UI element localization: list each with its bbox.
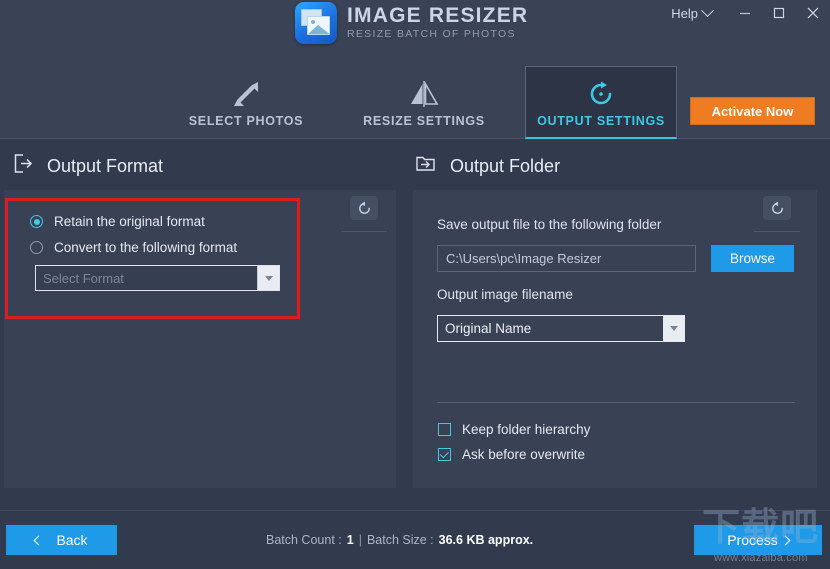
close-icon xyxy=(807,7,819,19)
reset-icon xyxy=(771,201,783,214)
app-subtitle: RESIZE BATCH OF PHOTOS xyxy=(347,27,516,40)
select-format-dropdown[interactable]: Select Format xyxy=(35,265,280,291)
chevron-down-icon xyxy=(701,3,714,17)
activate-now-button[interactable]: Activate Now xyxy=(690,97,815,125)
checkbox-ask-before-overwrite[interactable]: Ask before overwrite xyxy=(438,447,585,462)
expand-arrows-icon xyxy=(233,77,259,107)
checkbox-ask-before-overwrite-indicator xyxy=(438,448,451,461)
app-title: IMAGE RESIZER xyxy=(347,3,529,27)
browse-button[interactable]: Browse xyxy=(711,245,794,272)
help-menu[interactable]: Help xyxy=(671,3,714,21)
chevron-left-icon xyxy=(33,535,44,545)
output-format-header: Output Format xyxy=(12,153,163,179)
radio-retain-original-format[interactable]: Retain the original format xyxy=(30,214,205,229)
maximize-icon xyxy=(773,7,785,19)
output-format-panel xyxy=(4,190,396,488)
export-document-icon xyxy=(12,153,33,179)
output-format-title: Output Format xyxy=(47,155,164,176)
output-format-reset-button[interactable] xyxy=(350,196,378,220)
window-controls: Help xyxy=(671,0,830,26)
reset-icon xyxy=(358,201,370,214)
checkbox-ask-before-overwrite-label: Ask before overwrite xyxy=(462,447,586,462)
back-button-label: Back xyxy=(56,532,88,548)
select-format-placeholder: Select Format xyxy=(43,270,124,286)
radio-convert-to-format-indicator xyxy=(30,241,43,254)
output-folder-reset-underline xyxy=(754,231,800,232)
back-button[interactable]: Back xyxy=(6,525,117,555)
output-filename-value: Original Name xyxy=(445,321,532,336)
checkbox-keep-folder-hierarchy[interactable]: Keep folder hierarchy xyxy=(438,422,590,437)
save-folder-label: Save output file to the following folder xyxy=(437,217,662,232)
output-filename-dropdown[interactable]: Original Name xyxy=(437,315,685,342)
checkbox-keep-folder-hierarchy-label: Keep folder hierarchy xyxy=(462,422,591,437)
close-button[interactable] xyxy=(796,1,830,25)
tab-output-settings[interactable]: OUTPUT SETTINGS xyxy=(525,66,677,139)
resize-mirror-icon xyxy=(409,77,439,107)
output-folder-path-input[interactable]: C:\Users\pc\Image Resizer xyxy=(437,245,696,272)
minimize-button[interactable] xyxy=(728,1,762,25)
batch-size-value: 36.6 KB approx. xyxy=(438,533,534,547)
output-filename-label: Output image filename xyxy=(437,287,573,302)
image-resizer-logo-icon xyxy=(295,2,337,44)
radio-retain-original-format-indicator xyxy=(30,215,43,228)
batch-count-label: Batch Count : xyxy=(266,533,342,547)
batch-info: Batch Count : 1 | Batch Size : 36.6 KB a… xyxy=(266,533,533,547)
chevron-right-icon xyxy=(780,535,791,545)
output-folder-reset-button[interactable] xyxy=(763,196,791,220)
tab-select-photos[interactable]: SELECT PHOTOS xyxy=(156,66,336,138)
tab-resize-settings-label: RESIZE SETTINGS xyxy=(363,113,485,128)
output-folder-title: Output Folder xyxy=(450,155,561,176)
tab-bar: SELECT PHOTOS RESIZE SETTINGS OUTPUT SET… xyxy=(0,50,830,139)
radio-retain-original-format-label: Retain the original format xyxy=(54,214,205,229)
chevron-down-icon xyxy=(669,326,678,331)
radio-convert-to-format[interactable]: Convert to the following format xyxy=(30,240,237,255)
batch-size-label: Batch Size : xyxy=(366,533,434,547)
tab-output-settings-label: OUTPUT SETTINGS xyxy=(537,113,665,128)
minimize-icon xyxy=(740,12,750,15)
batch-count-value: 1 xyxy=(346,533,354,547)
output-folder-header: Output Folder xyxy=(415,153,560,179)
title-bar: IMAGE RESIZER RESIZE BATCH OF PHOTOS Hel… xyxy=(0,0,830,50)
chevron-down-icon xyxy=(264,275,273,281)
batch-info-separator: | xyxy=(358,533,362,547)
output-filename-dropdown-arrow[interactable] xyxy=(663,316,684,341)
help-label: Help xyxy=(671,5,698,21)
radio-convert-to-format-label: Convert to the following format xyxy=(54,240,238,255)
select-format-dropdown-arrow[interactable] xyxy=(257,266,279,290)
maximize-button[interactable] xyxy=(762,1,796,25)
process-button[interactable]: Process xyxy=(694,525,822,555)
process-button-label: Process xyxy=(727,532,778,548)
refresh-circle-icon xyxy=(588,77,614,107)
tab-select-photos-label: SELECT PHOTOS xyxy=(188,113,304,128)
output-format-reset-underline xyxy=(341,231,387,232)
app-window: IMAGE RESIZER RESIZE BATCH OF PHOTOS Hel… xyxy=(0,0,830,569)
brand: IMAGE RESIZER RESIZE BATCH OF PHOTOS xyxy=(295,2,528,44)
folder-export-icon xyxy=(415,153,436,179)
checkbox-keep-folder-hierarchy-indicator xyxy=(438,423,451,436)
panel-divider xyxy=(437,402,795,403)
tab-resize-settings[interactable]: RESIZE SETTINGS xyxy=(334,66,514,138)
